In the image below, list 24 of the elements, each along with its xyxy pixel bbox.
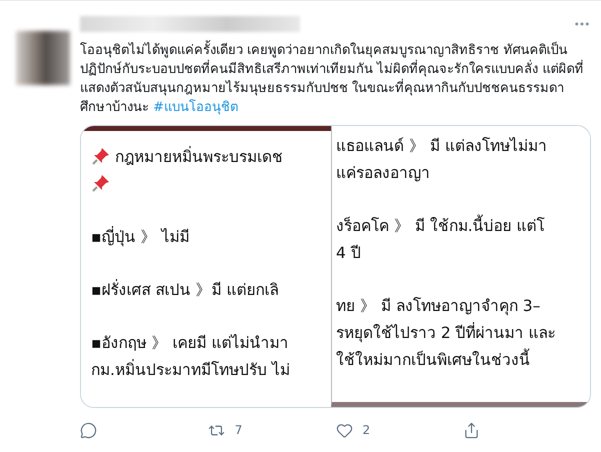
like-button[interactable]: 2 — [336, 422, 464, 439]
speech-bubble-icon — [80, 422, 97, 439]
heart-icon — [336, 422, 352, 439]
image-text: ใช้ใหม่มากเป็นพิเศษในช่วงนี้ — [336, 348, 530, 371]
share-icon — [463, 422, 480, 439]
image-text: งร็อคโค 》 มี ใช้กม.นี้บ่อย แต่โ — [336, 214, 545, 237]
image-text: 4 ปี — [336, 242, 361, 264]
pushpin-icon — [91, 173, 111, 194]
image-text: ▪ฝรั่งเศส สเปน 》มี แต่ยกเลิ — [91, 278, 278, 301]
avatar-placeholder[interactable] — [16, 31, 70, 85]
image-text: กฎหมายหมิ่นพระบรมเดช — [115, 145, 283, 168]
retweet-button[interactable]: 7 — [208, 422, 336, 439]
image-panel[interactable]: กฎหมายหมิ่นพระบรมเดช ▪ญี่ปุ่น 》 ไม่มี ▪ฝรั่งเศส สเปน 》มี แต่ยกเลิ ▪อังกฤษ 》 เคยมี แต่ไม่นำมา กม.หมิ่นประมาทมีโทษปรับ ไม่ — [81, 126, 331, 408]
image-text: แค่รอลงอาญา — [336, 162, 430, 184]
image-text: กม.หมิ่นประมาทมีโทษปรับ ไม่ — [91, 358, 290, 381]
tweet-text: โออนุชิตไม่ได้พูดแค่ครั้งเดียว เคยพูดว่าอยากเกิดในยุคสมบูรณาญาสิทธิราช ทัศนคติเป็นปฏิปักษ์กับระบอบปชตที่คนมีสิทธิเสรีภาพเท่าเทียมกัน ไม่ผิดที่คุณจะรักใครแบบคลั่ง แต่ผิดที่แสดงตัวสนับสนุนกฎหมายไร้มนุษยธรรมกับปชช ในขณะที่คุณหากินกับปชชคนธรรมดา ศึกษาบ้างนะ #แบนโออนุชิต — [80, 40, 591, 117]
hashtag-link[interactable]: #แบนโออนุชิต — [153, 100, 238, 115]
pushpin-icon — [91, 146, 111, 166]
image-text: รหยุดใช้ไปราว 2 ปีที่ผ่านมา และ — [336, 321, 556, 344]
image-panel[interactable]: แธอแลนด์ 》 มี แต่ลงโทษไม่มา แค่รอลงอาญา งร็อคโค 》 มี ใช้กม.นี้บ่อย แต่โ 4 ปี ทย 》 มี ลงโทษอาญาจำคุก 3– รหยุดใช้ไปราว 2 ปีที่ผ่านมา และ ใช้ใหม่มากเป็นพิเศษในช่วงนี้ — [331, 126, 590, 408]
image-text: ▪อังกฤษ 》 เคยมี แต่ไม่นำมา — [91, 332, 288, 354]
image-text: ทย 》 มี ลงโทษอาญาจำคุก 3– — [336, 296, 540, 318]
image-text: แธอแลนด์ 》 มี แต่ลงโทษไม่มา — [336, 136, 547, 157]
image-text: ▪ญี่ปุ่น 》 ไม่มี — [91, 225, 190, 248]
